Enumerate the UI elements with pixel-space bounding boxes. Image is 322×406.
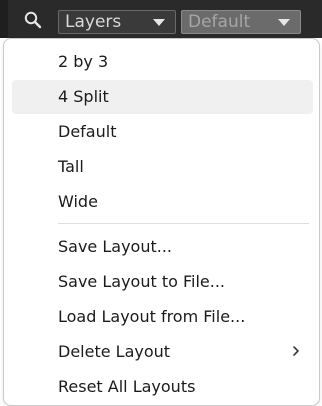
menu-item-reset-all-layouts[interactable]: Reset All Layouts (12, 370, 313, 404)
caret-down-icon (278, 19, 290, 26)
menu-item-label: Load Layout from File... (58, 307, 246, 326)
search-icon (24, 11, 42, 29)
menu-item-save-layout[interactable]: Save Layout... (12, 230, 313, 264)
menu-item-delete-layout[interactable]: Delete Layout (12, 335, 313, 369)
menu-item-save-layout-to-file[interactable]: Save Layout to File... (12, 265, 313, 299)
menu-item-label: Reset All Layouts (58, 377, 196, 396)
layout-menu: 2 by 3 4 Split Default Tall Wide Save La… (3, 38, 320, 406)
menu-item-label: Save Layout... (58, 237, 173, 256)
menu-item-label: Wide (58, 192, 98, 211)
menu-separator (58, 223, 309, 224)
menu-item-tall[interactable]: Tall (12, 150, 313, 184)
menu-item-label: Default (58, 122, 117, 141)
caret-down-icon (153, 19, 165, 26)
menu-item-label: Save Layout to File... (58, 272, 226, 291)
menu-item-wide[interactable]: Wide (12, 185, 313, 219)
layers-dropdown-label: Layers (65, 12, 122, 32)
app-window: Layers Default 2 by 3 4 Split Default Ta… (0, 0, 322, 406)
layout-dropdown[interactable]: Default (181, 10, 301, 34)
menu-item-label: Delete Layout (58, 342, 171, 361)
menu-item-default[interactable]: Default (12, 115, 313, 149)
chevron-right-icon (293, 346, 299, 356)
menu-item-2-by-3[interactable]: 2 by 3 (12, 45, 313, 79)
layers-dropdown[interactable]: Layers (58, 10, 176, 34)
menu-item-load-layout-from-file[interactable]: Load Layout from File... (12, 300, 313, 334)
search-button[interactable] (14, 8, 52, 32)
layout-dropdown-label: Default (188, 12, 251, 32)
menu-item-label: 2 by 3 (58, 52, 109, 71)
menu-item-label: Tall (58, 157, 84, 176)
menu-item-label: 4 Split (58, 87, 109, 106)
menu-item-4-split[interactable]: 4 Split (12, 80, 313, 114)
toolbar-edge (0, 0, 8, 38)
toolbar: Layers Default (0, 0, 322, 38)
